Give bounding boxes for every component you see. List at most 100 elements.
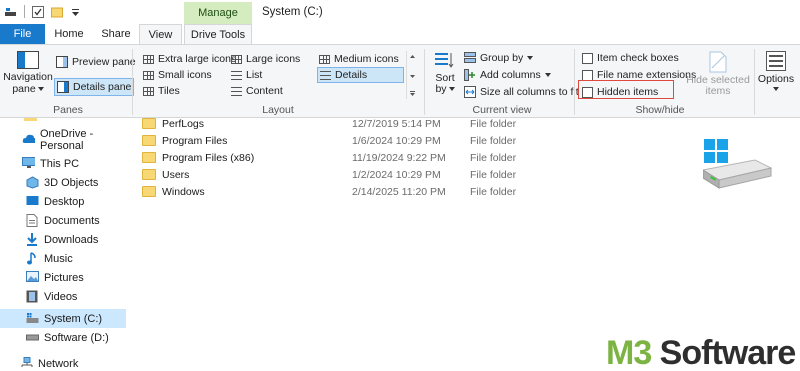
options-label: Options: [757, 73, 795, 85]
preview-pane-button[interactable]: Preview pane: [56, 56, 136, 68]
nav-item-system-c[interactable]: System (C:): [0, 309, 126, 328]
file-type: File folder: [470, 151, 517, 164]
nav-item-videos[interactable]: Videos: [0, 287, 126, 306]
nav-item-music[interactable]: Music: [0, 249, 126, 268]
file-row[interactable]: Windows 2/14/2025 11:20 PM File folder: [142, 183, 516, 200]
navigation-pane-label: Navigation: [3, 71, 53, 83]
quick-access-toolbar: [4, 5, 80, 18]
nav-item-pictures[interactable]: Pictures: [0, 268, 126, 287]
small-icons-label: Small icons: [158, 69, 212, 81]
title-bar: Manage System (C:): [0, 0, 800, 24]
file-row[interactable]: PerfLogs 12/7/2019 5:14 PM File folder: [142, 115, 516, 132]
group-by-label: Group by: [480, 52, 524, 64]
file-name: PerfLogs: [162, 117, 205, 130]
details-label: Details: [335, 69, 368, 81]
system-drive-icon[interactable]: [4, 6, 17, 18]
nav-label: 3D Objects: [44, 176, 99, 189]
layout-large-icons[interactable]: Large icons: [231, 53, 300, 65]
preview-pane-icon: [56, 56, 68, 68]
music-icon: [27, 252, 36, 265]
hide-selected-icon: [709, 51, 727, 73]
hide-selected-items-button[interactable]: Hide selected items: [686, 51, 750, 97]
new-folder-icon[interactable]: [51, 6, 64, 18]
tab-share[interactable]: Share: [96, 24, 136, 44]
file-name-extensions-checkbox[interactable]: [582, 69, 593, 81]
nav-item-onedrive[interactable]: OneDrive - Personal: [0, 128, 126, 152]
details-pane-label: Details pane: [73, 81, 132, 93]
nav-label: Documents: [44, 214, 100, 227]
file-row[interactable]: Program Files 1/6/2024 10:29 PM File fol…: [142, 132, 516, 149]
medium-icons-icon: [319, 54, 330, 64]
layout-tiles[interactable]: Tiles: [143, 85, 180, 97]
options-button[interactable]: Options: [757, 51, 795, 91]
manage-tab[interactable]: Manage: [184, 2, 252, 24]
properties-check-icon[interactable]: [32, 5, 44, 18]
folder-icon: [142, 118, 156, 129]
layout-extra-large-icons[interactable]: Extra large icons: [143, 53, 236, 65]
group-by-icon: [464, 52, 476, 63]
layout-details[interactable]: Details: [317, 67, 404, 83]
nav-label: Network: [38, 357, 79, 370]
details-icon: [320, 70, 331, 80]
nav-item-documents[interactable]: Documents: [0, 211, 126, 230]
chevron-down-icon: [773, 87, 779, 91]
details-pane-button[interactable]: Details pane: [54, 78, 135, 96]
layout-list[interactable]: List: [231, 69, 262, 81]
tab-view[interactable]: View: [139, 24, 182, 44]
file-name: Program Files (x86): [162, 151, 255, 164]
chevron-down-icon: [527, 56, 534, 60]
content-icon: [231, 86, 242, 96]
navigation-pane-label-2: pane: [12, 83, 36, 95]
add-columns-label: Add columns: [480, 69, 541, 81]
add-columns-button[interactable]: Add columns: [464, 69, 551, 81]
navigation-pane-icon: [17, 51, 39, 69]
chevron-down-icon: [544, 73, 551, 77]
layout-gallery-scroll[interactable]: [406, 51, 417, 99]
watermark-logo: M3 Software: [606, 334, 797, 371]
drive-icon: [26, 334, 39, 341]
nav-label: Pictures: [44, 271, 84, 284]
system-drive-icon: [26, 313, 39, 323]
layout-medium-icons[interactable]: Medium icons: [319, 53, 399, 65]
nav-item-desktop[interactable]: Desktop: [0, 192, 126, 211]
file-name: Program Files: [162, 134, 228, 147]
video-icon: [26, 290, 38, 303]
file-date: 11/19/2024 9:22 PM: [352, 151, 446, 164]
nav-label: Software (D:): [44, 331, 109, 344]
tab-file[interactable]: File: [0, 24, 45, 44]
size-all-columns-button[interactable]: Size all columns to fit: [464, 86, 579, 98]
separator: [24, 5, 25, 18]
layout-small-icons[interactable]: Small icons: [143, 69, 212, 81]
file-type: File folder: [470, 168, 517, 181]
group-separator: [754, 49, 755, 115]
group-by-button[interactable]: Group by: [464, 52, 534, 64]
nav-item-network[interactable]: Network: [0, 354, 126, 371]
tab-drive-tools[interactable]: Drive Tools: [184, 24, 252, 44]
group-separator: [132, 49, 133, 115]
large-icons-label: Large icons: [246, 53, 301, 65]
item-check-boxes-toggle[interactable]: Item check boxes: [582, 52, 679, 64]
preview-pane-label: Preview pane: [72, 56, 136, 68]
nav-item-software-d[interactable]: Software (D:): [0, 328, 126, 347]
add-columns-icon: [464, 69, 475, 81]
layout-content[interactable]: Content: [231, 85, 283, 97]
nav-item-downloads[interactable]: Downloads: [0, 230, 126, 249]
file-row[interactable]: Program Files (x86) 11/19/2024 9:22 PM F…: [142, 149, 516, 166]
item-check-boxes-checkbox[interactable]: [582, 52, 593, 64]
nav-item-3d-objects[interactable]: 3D Objects: [0, 173, 126, 192]
tiles-icon: [143, 86, 154, 96]
customize-dropdown-icon[interactable]: [71, 6, 80, 18]
nav-item-this-pc[interactable]: This PC: [0, 154, 126, 173]
tab-home[interactable]: Home: [49, 24, 89, 44]
tiles-label: Tiles: [158, 85, 180, 97]
folder-icon: [142, 186, 156, 197]
hidden-items-highlight: [578, 80, 674, 99]
navigation-pane-button[interactable]: Navigation pane: [3, 51, 53, 95]
folder-icon: [142, 169, 156, 180]
sort-by-button[interactable]: Sort by: [432, 51, 458, 95]
ribbon: Navigation pane Preview pane Details pan…: [0, 44, 800, 118]
watermark-software: Software: [651, 334, 797, 371]
item-check-boxes-label: Item check boxes: [597, 52, 679, 64]
file-row[interactable]: Users 1/2/2024 10:29 PM File folder: [142, 166, 516, 183]
medium-icons-label: Medium icons: [334, 53, 399, 65]
